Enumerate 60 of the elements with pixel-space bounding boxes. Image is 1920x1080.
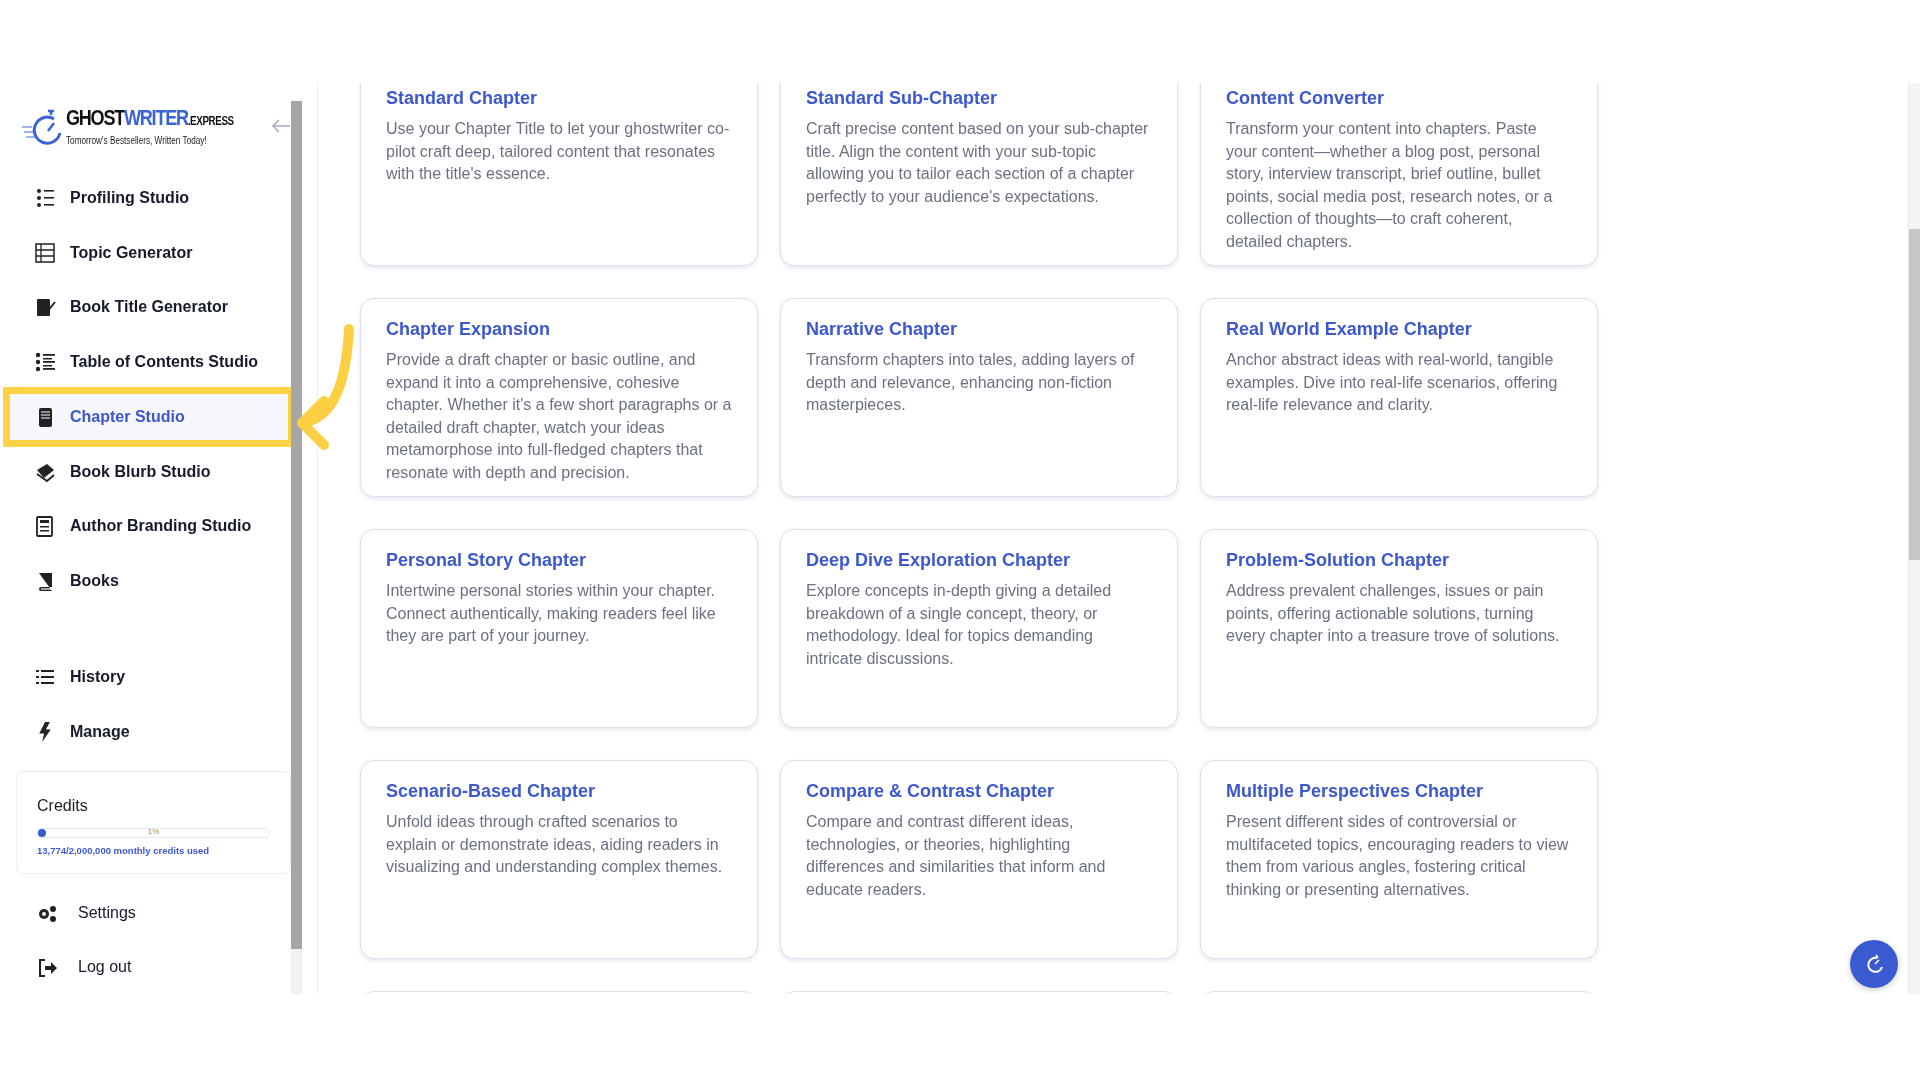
card-description: Unfold ideas through crafted scenarios to explain or demonstrate ideas, aiding readers in visualizing and understanding complex themes. [386,812,724,877]
sidebar-item[interactable]: Manage [0,708,291,756]
option-card[interactable]: Deep Dive Exploration Chapter Explore concepts in-depth giving a detailed breakdown of a single concept, theory, or methodology. Ideal for topics demanding intricate discussions. [780,529,1178,728]
card-description: Intertwine personal stories within your chapter. Connect authentically, making readers feel like they are part of your journey. [386,581,717,646]
card-description: Anchor abstract ideas with real-world, tangible examples. Dive into real-life scenarios, offering real-life relevance and clarity. [1226,350,1559,415]
card-description: Use your Chapter Title to let your ghostwriter co-pilot craft deep, tailored content that resonates with the title's essence. [386,119,731,184]
progress-percent: 1% [147,826,160,839]
card-description: Present different sides of controversial or multifaceted topics, encouraging readers to view them from various angles, fostering critical thinking or presenting alternatives. [1226,812,1570,900]
sidebar-scrollbar[interactable] [291,101,302,949]
sidebar-item[interactable]: History [0,653,291,701]
card-title: Narrative Chapter [806,318,959,341]
logo-tagline: Tomorrow's Bestsellers, Written Today! [66,133,208,148]
option-card[interactable]: Personal Story Chapter Intertwine personal stories within your chapter. Connect authentically, making readers feel like they are part of your journey. [360,529,758,728]
card-title: Standard Sub-Chapter [806,87,998,110]
card-description: Craft precise content based on your sub-chapter title. Align the content with your sub-topic allowing you to tailor each section of a chapter perfectly to your audience's expectations. [806,119,1150,207]
option-card[interactable]: Standard Chapter Use your Chapter Title to let your ghostwriter co-pilot craft deep, tailored content that resonates with the title's essence. [360,83,758,266]
card-title: Deep Dive Exploration Chapter [806,549,1072,572]
card-title: Real World Example Chapter [1226,318,1473,341]
logo-wordmark: GHOSTWRITER.EXPRESS [66,106,234,129]
option-card[interactable]: Narrative Chapter Transform chapters into tales, adding layers of depth and relevance, enhancing non-fiction masterpieces. [780,298,1178,497]
sidebar-item[interactable]: Settings [0,885,291,940]
sidebar-item[interactable]: Books [0,557,291,605]
card-description: Transform chapters into tales, adding layers of depth and relevance, enhancing non-fiction masterpieces. [806,350,1136,415]
card-title: Scenario-Based Chapter [386,780,597,803]
credits-title: Credits [37,796,89,817]
sidebar-item[interactable]: Log out [0,939,291,994]
card-title: Content Converter [1226,87,1385,110]
card-title: Compare & Contrast Chapter [806,780,1056,803]
card-title: Chapter Expansion [386,318,552,341]
card-title: Standard Chapter [386,87,539,110]
person-list-icon [34,186,56,209]
page-scrollbar[interactable] [1909,229,1920,560]
card-description: Address prevalent challenges, issues or pain points, offering actionable solutions, turning every chapter into a treasure trove of solutions. [1226,581,1561,646]
option-card[interactable] [780,83,1178,266]
sidebar-item[interactable]: Book Blurb Studio [0,448,291,496]
card-description: Explore concepts in-depth giving a detailed breakdown of a single concept, theory, or methodology. Ideal for topics demanding intricate discussions. [806,581,1113,669]
sidebar-item[interactable]: Profiling Studio [0,174,291,222]
option-card[interactable]: Scenario-Based Chapter Unfold ideas through crafted scenarios to explain or demonstrate ideas, aiding readers in visualizing and understanding complex themes. [360,760,758,959]
card-description: Transform your content into chapters. Paste your content—whether a blog post, personal story, interview transcript, brief outline, bullet points, social media post, research notes, or a collection of thoughts—to craft coherent, detailed chapters. [1226,119,1554,252]
list-sheet-icon [34,241,56,264]
card-title: Personal Story Chapter [386,549,588,572]
card-description: Provide a draft chapter or basic outline, and expand it into a comprehensive, cohesive chapter. Whether it's a few short paragraphs or a detailed draft chapter, watch your ideas metamorphose into full-fledged chapters that resonate with depth and precision. [386,350,732,483]
option-card[interactable] [1200,760,1598,959]
assistant-button[interactable] [1850,940,1898,988]
option-card[interactable]: Compare & Contrast Chapter Compare and contrast different ideas, technologies, or theories, highlighting differences and similarities that inform and educate readers. [780,760,1178,959]
option-card[interactable]: Real World Example Chapter Anchor abstract ideas with real-world, tangible examples. Dive into real-life scenarios, offering real-life relevance and clarity. [1200,298,1598,497]
numbered-list-icon [34,351,56,374]
option-card[interactable] [360,298,758,497]
notebook-pen-icon [34,296,56,319]
card-title: Multiple Perspectives Chapter [1226,780,1485,803]
credits-usage-text: 13,774/2,000,000 monthly credits used [37,844,211,859]
option-card[interactable]: Problem-Solution Chapter Address prevalent challenges, issues or pain points, offering actionable solutions, turning every chapter into a treasure trove of solutions. [1200,529,1598,728]
card-title: Problem-Solution Chapter [1226,549,1450,572]
option-card[interactable] [1200,83,1598,266]
card-description: Compare and contrast different ideas, technologies, or theories, highlighting differences and similarities that inform and educate readers. [806,812,1107,900]
sidebar-item[interactable]: Book Title Generator [0,284,291,331]
id-badge-icon [34,515,56,538]
sidebar-item[interactable]: Table of Contents Studio [0,338,291,386]
sidebar-item[interactable]: Author Branding Studio [0,503,291,550]
sidebar-item[interactable]: Topic Generator [0,229,291,276]
